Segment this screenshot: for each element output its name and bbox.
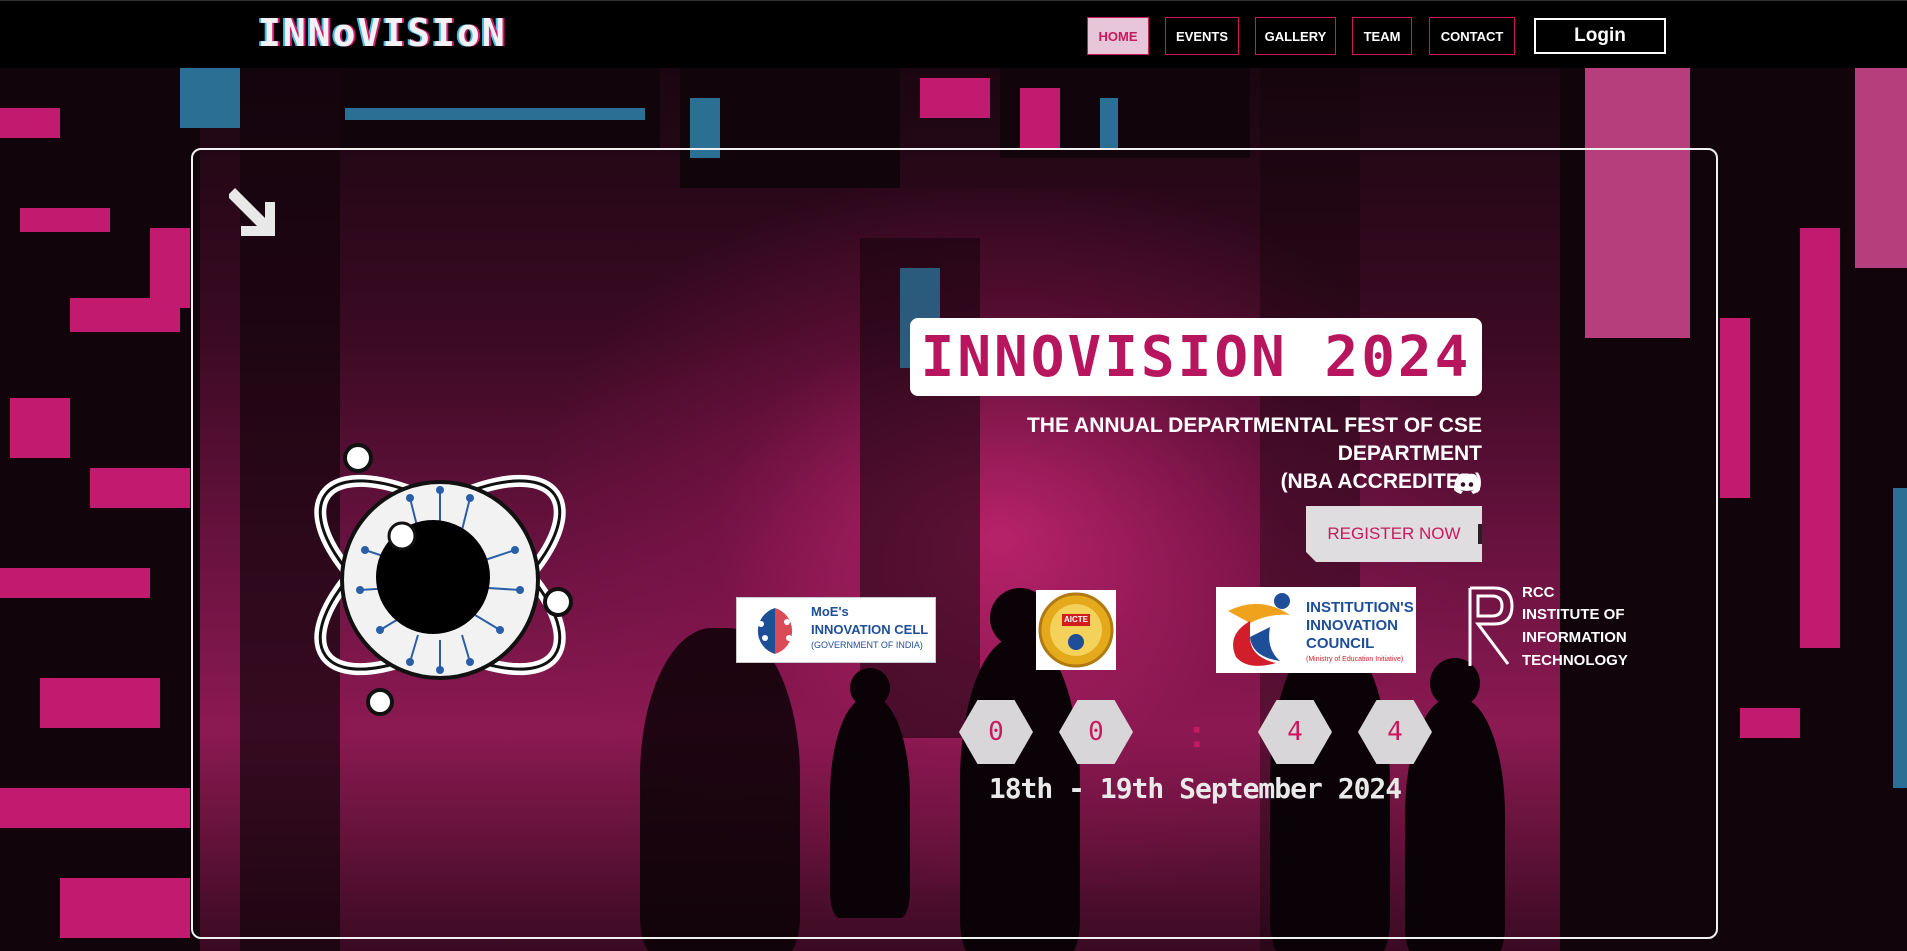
nav-team-link[interactable]: TEAM — [1352, 17, 1412, 55]
event-title: INNOVISION 2024 — [920, 324, 1472, 390]
event-title-box: INNOVISION 2024 — [910, 318, 1482, 396]
event-date: 18th - 19th September 2024 — [988, 772, 1402, 805]
site-logo[interactable]: INNoVISIoN — [258, 11, 507, 55]
moe-logo-line-3: (GOVERNMENT OF INDIA) — [811, 640, 923, 650]
moe-innovation-cell-logo: MoE's INNOVATION CELL (GOVERNMENT OF IND… — [736, 597, 936, 663]
nav-contact-link[interactable]: CONTACT — [1429, 17, 1515, 55]
login-button[interactable]: Login — [1534, 18, 1666, 54]
rcc-logo-line-2: INSTITUTE OF — [1522, 606, 1625, 623]
register-now-button[interactable]: REGISTER NOW — [1306, 506, 1482, 562]
iic-logo-line-4: (Ministry of Education Initiative) — [1306, 656, 1404, 663]
nav-gallery-link[interactable]: GALLERY — [1255, 17, 1336, 55]
aicte-logo: AICTE — [1036, 590, 1116, 670]
iic-logo-line-2: INNOVATION — [1306, 617, 1398, 634]
moe-logo-line-1: MoE's — [811, 604, 849, 619]
aicte-logo-label: AICTE — [1064, 615, 1088, 624]
subtitle-line-1: THE ANNUAL DEPARTMENTAL FEST OF CSE DEPA… — [1026, 414, 1482, 465]
rcc-logo-line-4: TECHNOLOGY — [1522, 652, 1628, 669]
rcc-logo-line-3: INFORMATION — [1522, 629, 1627, 646]
arrow-down-right-icon — [229, 188, 275, 236]
discord-icon[interactable] — [1453, 473, 1481, 495]
countdown-separator: : — [1190, 712, 1204, 756]
iic-logo: INSTITUTION'S INNOVATION COUNCIL (Minist… — [1216, 587, 1416, 673]
atom-circuit-eye-emblem — [314, 443, 573, 716]
iic-logo-line-1: INSTITUTION'S — [1306, 599, 1414, 616]
rcc-logo-line-1: RCC — [1522, 584, 1555, 601]
event-subtitle: THE ANNUAL DEPARTMENTAL FEST OF CSE DEPA… — [880, 412, 1482, 496]
rcciit-logo: RCC INSTITUTE OF INFORMATION TECHNOLOGY — [1464, 584, 1654, 676]
nav-events-link[interactable]: EVENTS — [1165, 17, 1239, 55]
iic-logo-line-3: COUNCIL — [1306, 635, 1375, 652]
moe-logo-line-2: INNOVATION CELL — [811, 622, 929, 637]
subtitle-line-2: (NBA ACCREDITED) — [1280, 470, 1482, 493]
top-nav-bar: INNoVISIoN HOME EVENTS GALLERY TEAM CONT… — [0, 0, 1907, 68]
nav-home-link[interactable]: HOME — [1087, 17, 1149, 55]
